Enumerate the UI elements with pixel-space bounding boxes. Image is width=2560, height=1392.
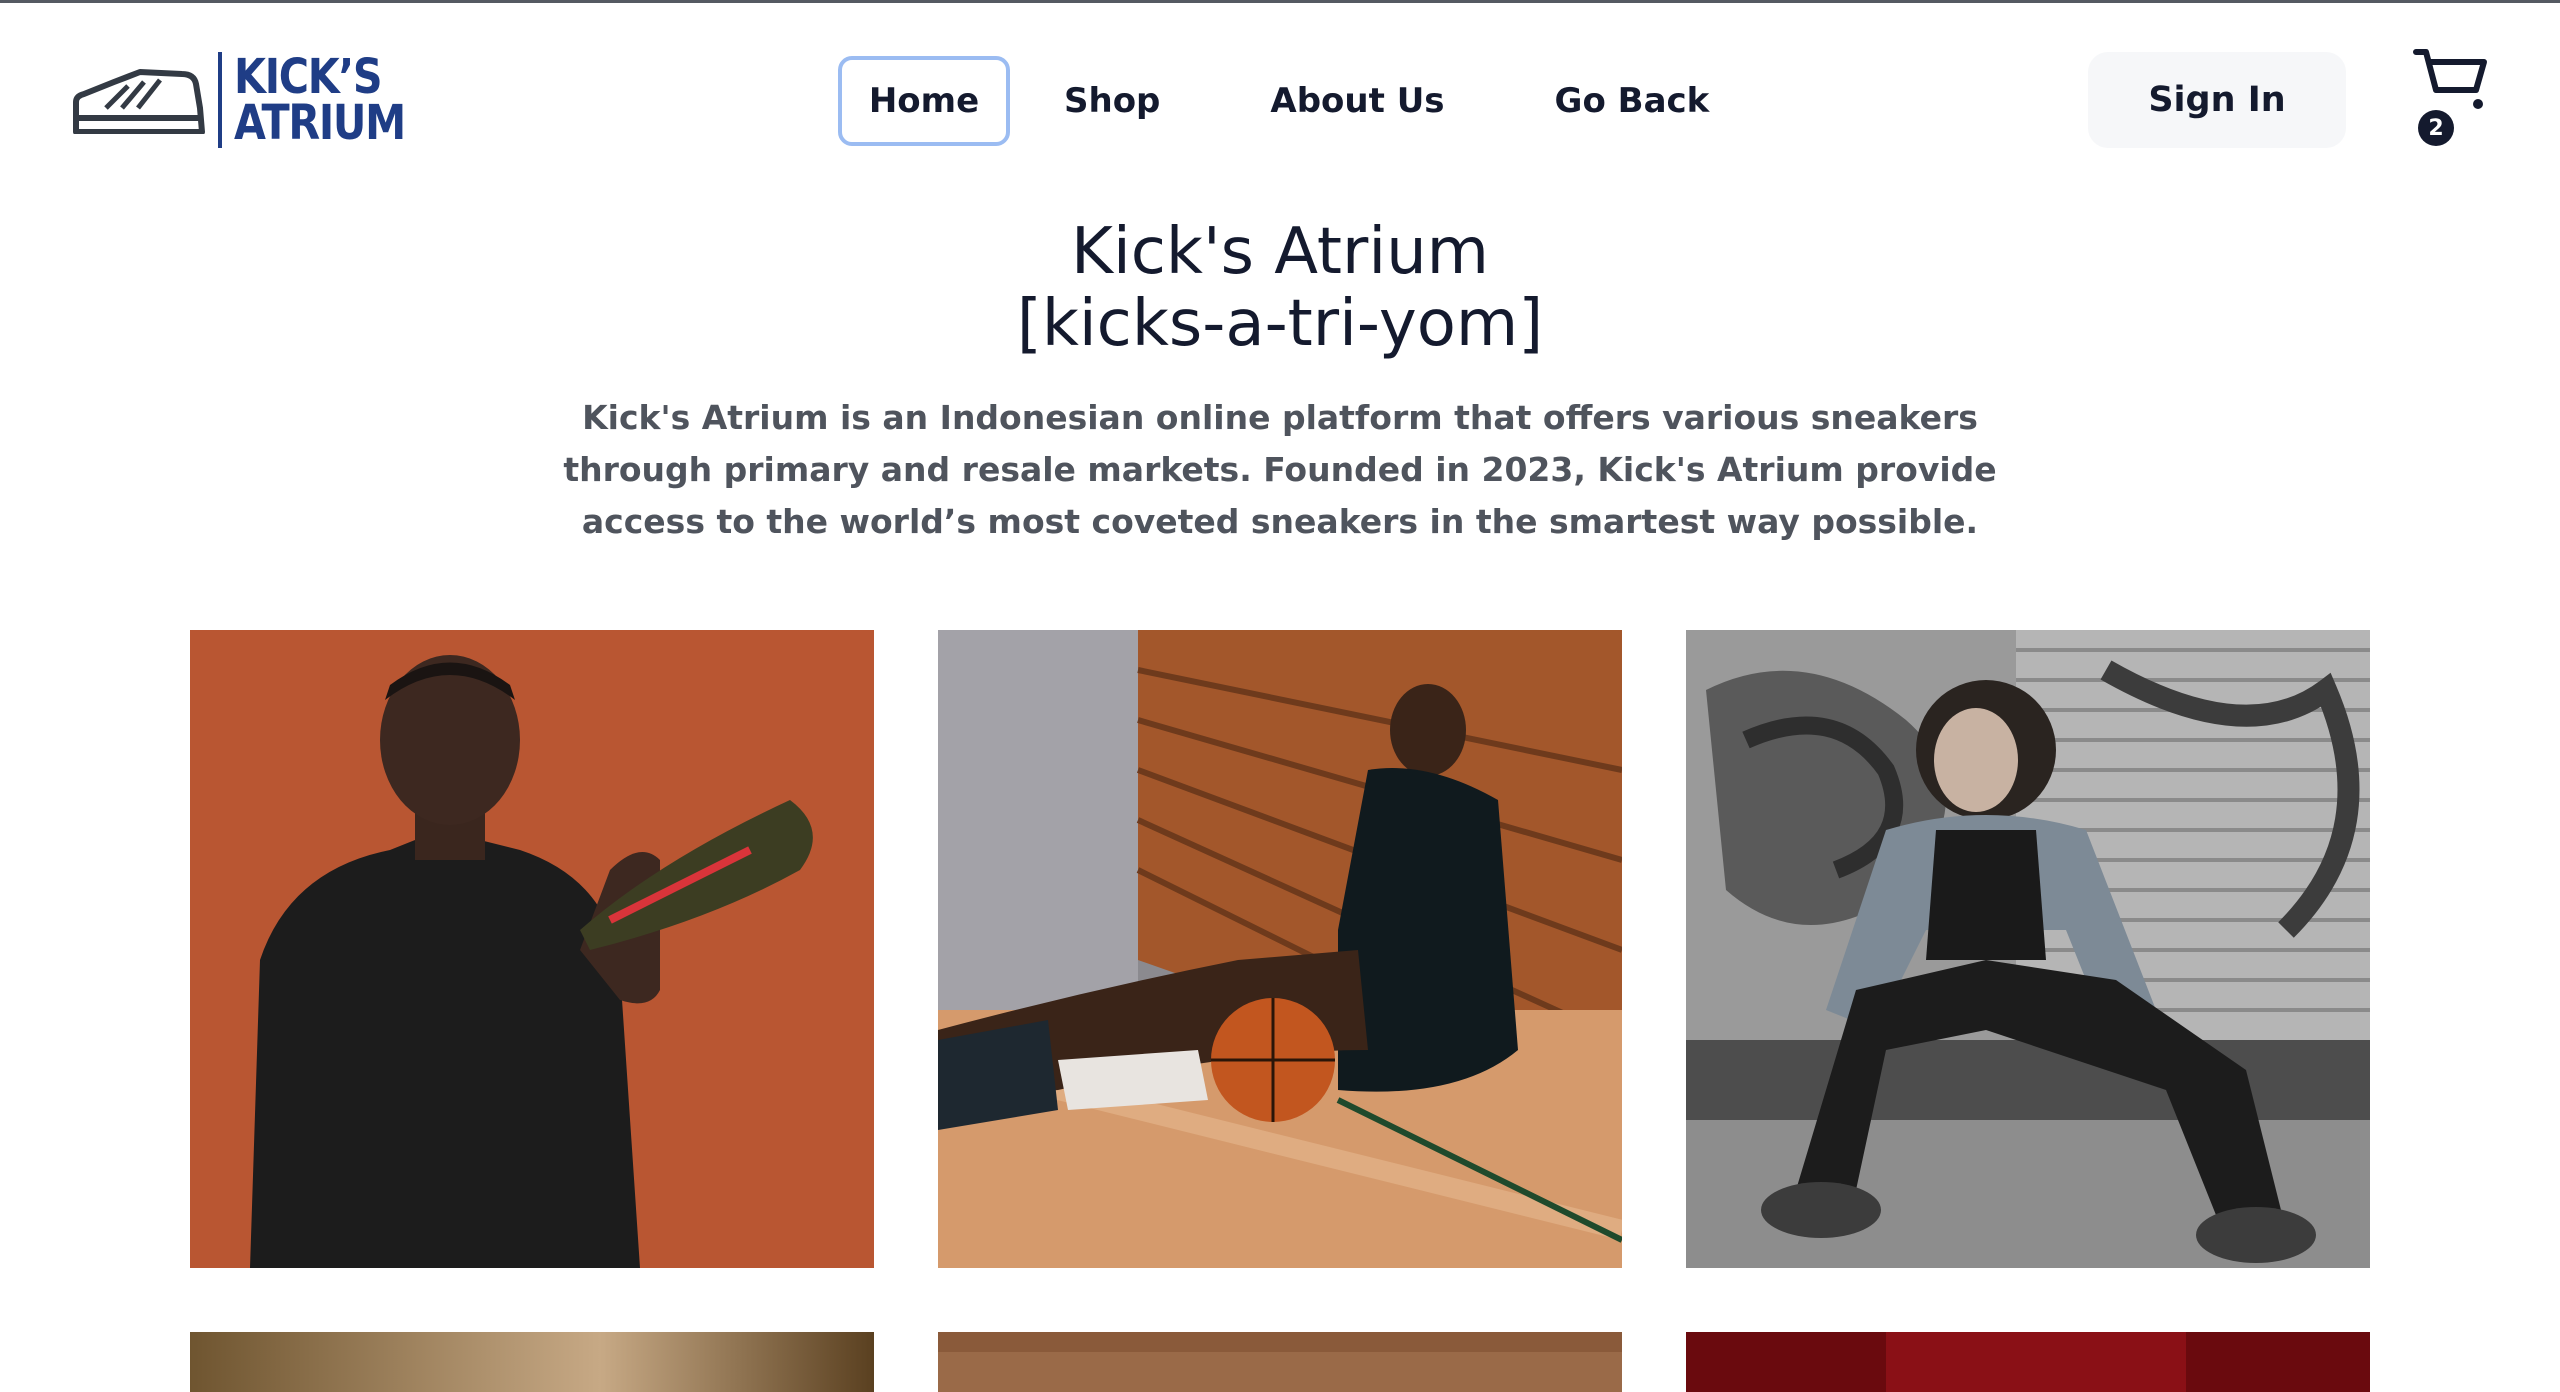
man-holding-football-boot-photo — [190, 630, 874, 1268]
nav-home[interactable]: Home — [838, 56, 1010, 146]
gallery-photo-6[interactable] — [1686, 1332, 2370, 1392]
sign-in-button[interactable]: Sign In — [2088, 52, 2346, 148]
gallery-photo-1[interactable] — [190, 630, 874, 1268]
gallery-photo-4-image — [190, 1332, 874, 1392]
about-description: Kick's Atrium is an Indonesian online pl… — [563, 398, 1997, 541]
shopping-cart-icon — [2413, 49, 2487, 109]
gallery-photo-3[interactable] — [1686, 630, 2370, 1268]
basketball-player-sitting-photo — [938, 630, 1622, 1268]
brand-logo[interactable]: KICK’S ATRIUM — [70, 52, 433, 148]
nav-about-us[interactable]: About Us — [1270, 56, 1444, 146]
logo-divider — [218, 52, 222, 148]
gallery-photo-5-image — [938, 1332, 1622, 1392]
logo-line-1: KICK’S — [234, 49, 383, 105]
man-sitting-graffiti-wall-photo — [1686, 630, 2370, 1268]
sneaker-logo-icon — [73, 69, 205, 134]
gallery-photo-6-image — [1686, 1332, 2370, 1392]
gallery-photo-4[interactable] — [190, 1332, 874, 1392]
gallery-photo-2[interactable] — [938, 630, 1622, 1268]
nav-shop[interactable]: Shop — [1064, 56, 1160, 146]
logo-line-2: ATRIUM — [234, 95, 406, 151]
cart-button[interactable]: 2 — [2412, 44, 2492, 154]
logo-wordmark: KICK’S ATRIUM — [234, 49, 406, 151]
main-nav: Home Shop About Us Go Back — [838, 56, 1709, 146]
top-border — [0, 0, 2560, 3]
cart-count-badge: 2 — [2418, 110, 2454, 146]
pronunciation: [kicks-a-tri-yom] — [1016, 287, 1544, 361]
gallery-photo-5[interactable] — [938, 1332, 1622, 1392]
nav-go-back[interactable]: Go Back — [1555, 56, 1710, 146]
page-title: Kick's Atrium — [1070, 215, 1490, 289]
